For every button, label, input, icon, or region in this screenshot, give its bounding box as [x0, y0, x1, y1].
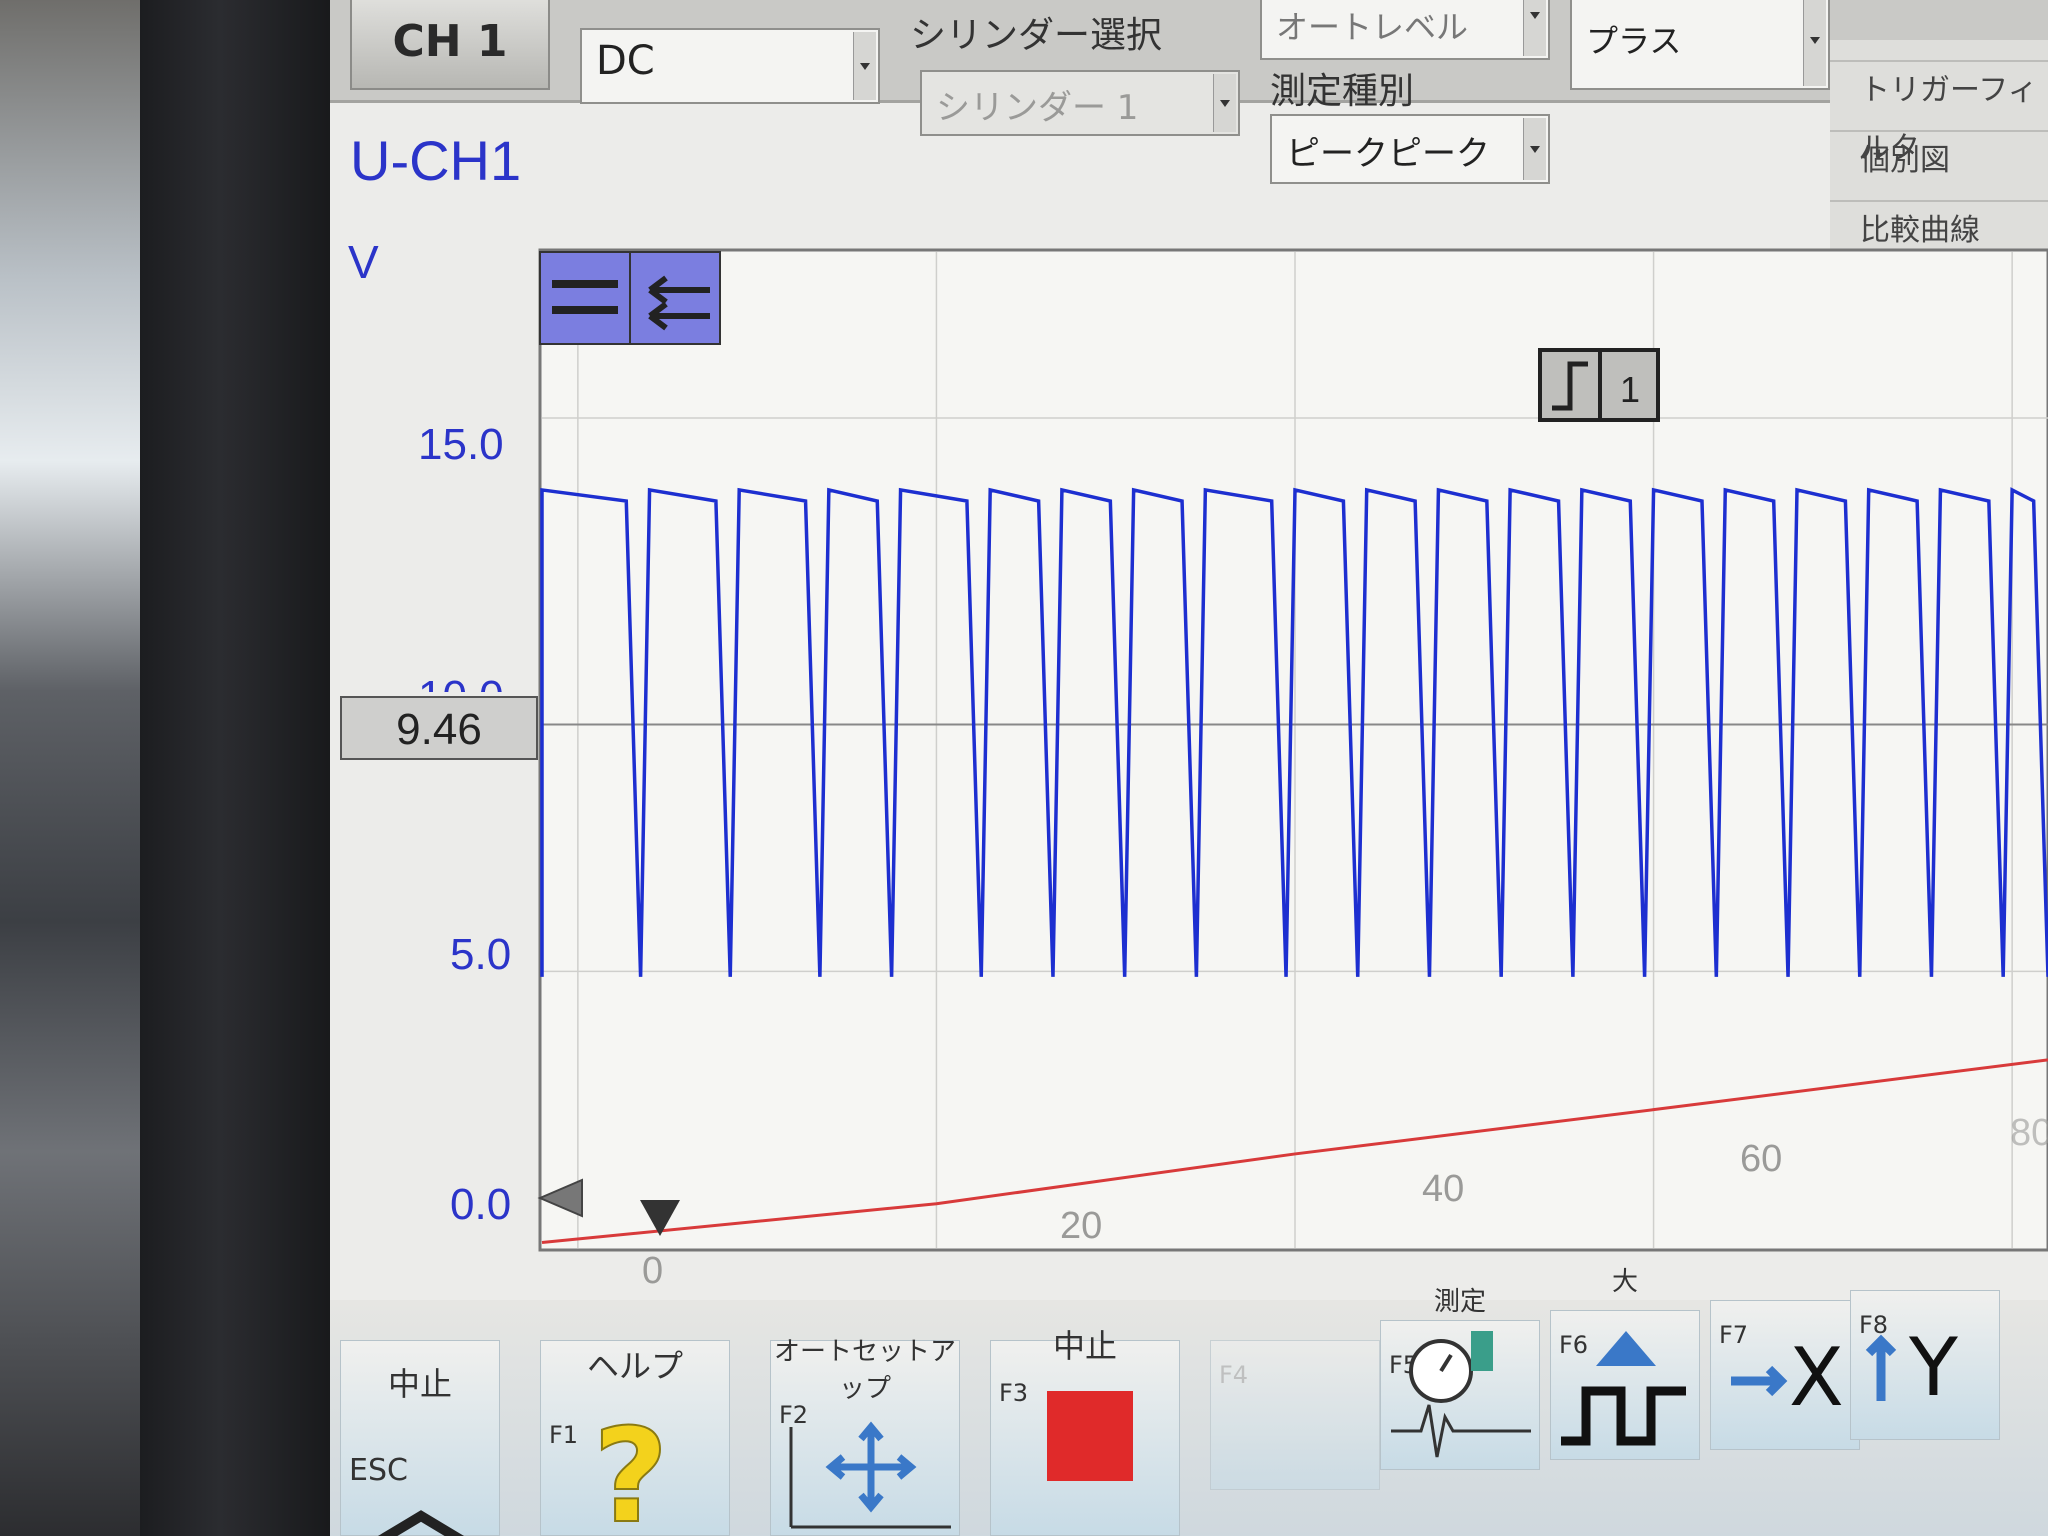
waveform-plot: 1: [537, 248, 2048, 1252]
monitor-bezel: [140, 0, 340, 1536]
shift-y-key[interactable]: F8 Y: [1850, 1290, 2000, 1440]
help-question-icon: ?: [592, 1401, 669, 1531]
measure-gauge-icon: [1391, 1331, 1531, 1458]
y-axis-glyph: Y: [1909, 1321, 1958, 1414]
x-tick-60: 60: [1740, 1138, 1783, 1180]
x-axis-glyph: X: [1789, 1331, 1844, 1424]
x-tick-20: 20: [1060, 1205, 1103, 1247]
svg-text:?: ?: [593, 1401, 668, 1531]
autoscale-icon: [789, 1421, 951, 1529]
equal-icon: [552, 280, 618, 288]
x-tick-40: 40: [1422, 1168, 1465, 1210]
zoom-large-title: 大: [1611, 1267, 1638, 1297]
plot-area: [538, 248, 2048, 1252]
x-tick-80: 80: [2010, 1112, 2048, 1154]
help-key[interactable]: ヘルプ F1 ?: [540, 1340, 730, 1536]
measure-title: 測定: [1433, 1287, 1486, 1317]
measure-key[interactable]: 測定 F5: [1380, 1287, 1540, 1470]
autosetup-title: オートセットアップ: [773, 1337, 956, 1404]
stop-square-icon: [1047, 1391, 1133, 1481]
cursor-value-readout[interactable]: 9.46: [340, 696, 538, 760]
y-tick-0: 0.0: [450, 1180, 512, 1229]
f4-key-label: F4: [1219, 1361, 1249, 1389]
y-tick-15: 15.0: [418, 420, 504, 469]
zoom-control[interactable]: [539, 251, 721, 345]
pulse-zoom-icon: [1561, 1331, 1686, 1446]
esc-title: 中止: [387, 1365, 452, 1403]
home-icon: [377, 1510, 465, 1536]
empty-f4-key[interactable]: F4: [1210, 1340, 1380, 1490]
shift-x-key[interactable]: F7 X: [1710, 1300, 1860, 1450]
stop-key-label: F3: [999, 1379, 1029, 1407]
autosetup-key[interactable]: オートセットアップ F2: [770, 1337, 960, 1536]
oscilloscope-screen: CH 1 DC シリンダー選択 シリンダー 1 オートレベル 測定種別 プラス …: [330, 0, 2048, 1536]
y-tick-5: 5.0: [450, 930, 512, 979]
zoom-large-key[interactable]: 大 F6: [1550, 1267, 1700, 1460]
function-key-bar: 中止 ESC ヘルプ F1 ? オートセットアップ F2 中止 F3 F4 測定…: [330, 1267, 2048, 1536]
stop-key[interactable]: 中止 F3: [990, 1327, 1180, 1536]
esc-label: ESC: [349, 1453, 408, 1488]
trigger-indicator[interactable]: 1: [1538, 348, 1660, 422]
help-title: ヘルプ: [586, 1347, 683, 1385]
trigger-channel-number: 1: [1620, 369, 1640, 410]
stop-title: 中止: [1052, 1327, 1117, 1365]
x-tick-0: 0: [642, 1250, 664, 1292]
esc-stop-key[interactable]: 中止 ESC: [340, 1340, 500, 1536]
